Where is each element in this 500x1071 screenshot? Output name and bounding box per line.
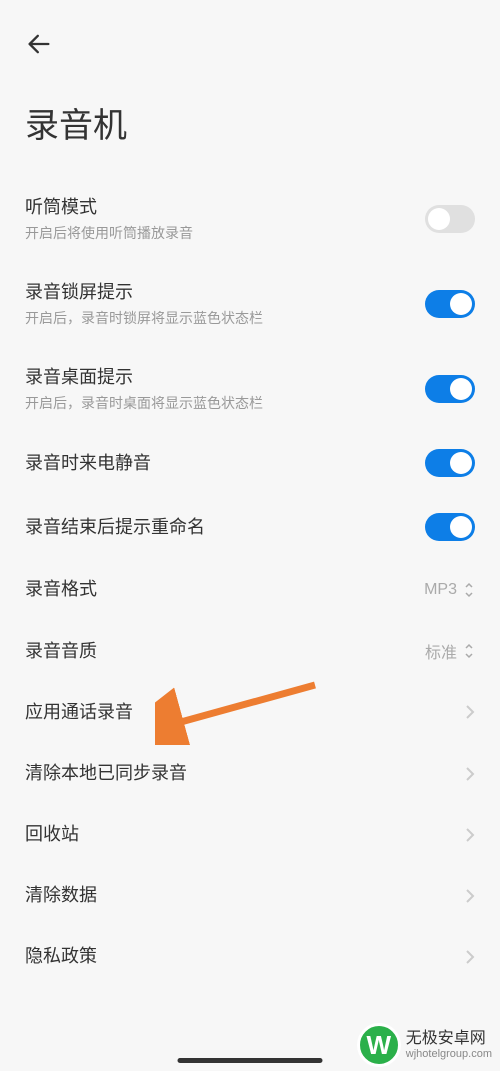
home-indicator[interactable] <box>178 1058 323 1063</box>
updown-selector-icon <box>463 642 475 660</box>
setting-label: 回收站 <box>25 822 465 847</box>
setting-label: 录音格式 <box>25 577 424 602</box>
chevron-right-icon <box>465 888 475 904</box>
setting-label: 录音结束后提示重命名 <box>25 515 425 540</box>
setting-desc: 开启后，录音时锁屏将显示蓝色状态栏 <box>25 309 425 329</box>
setting-recycle-bin[interactable]: 回收站 <box>25 804 475 865</box>
setting-rename-prompt[interactable]: 录音结束后提示重命名 <box>25 495 475 559</box>
quality-value: 标准 <box>425 639 457 663</box>
setting-label: 隐私政策 <box>25 944 465 969</box>
watermark-title: 无极安卓网 <box>406 1029 492 1048</box>
watermark-url: wjhotelgroup.com <box>406 1048 492 1061</box>
setting-label: 录音锁屏提示 <box>25 280 425 305</box>
format-value: MP3 <box>424 581 457 599</box>
setting-lockscreen-hint[interactable]: 录音锁屏提示 开启后，录音时锁屏将显示蓝色状态栏 <box>25 262 475 347</box>
setting-label: 录音桌面提示 <box>25 365 425 390</box>
setting-label: 录音时来电静音 <box>25 451 425 476</box>
setting-format[interactable]: 录音格式 MP3 <box>25 559 475 620</box>
setting-silent-on-call[interactable]: 录音时来电静音 <box>25 431 475 495</box>
setting-privacy-policy[interactable]: 隐私政策 <box>25 926 475 987</box>
setting-app-call-record[interactable]: 应用通话录音 <box>25 682 475 743</box>
chevron-right-icon <box>465 949 475 965</box>
chevron-right-icon <box>465 766 475 782</box>
page-title: 录音机 <box>0 73 500 177</box>
toggle-rename-prompt[interactable] <box>425 513 475 541</box>
chevron-right-icon <box>465 827 475 843</box>
arrow-left-icon <box>25 30 53 58</box>
watermark-logo-icon: W <box>357 1023 401 1067</box>
setting-label: 清除本地已同步录音 <box>25 761 465 786</box>
setting-desktop-hint[interactable]: 录音桌面提示 开启后，录音时桌面将显示蓝色状态栏 <box>25 347 475 432</box>
toggle-lockscreen[interactable] <box>425 290 475 318</box>
toggle-silent-call[interactable] <box>425 449 475 477</box>
watermark: W 无极安卓网 wjhotelgroup.com <box>353 1019 500 1071</box>
toggle-earpiece[interactable] <box>425 205 475 233</box>
toggle-desktop[interactable] <box>425 375 475 403</box>
setting-desc: 开启后，录音时桌面将显示蓝色状态栏 <box>25 394 425 414</box>
setting-label: 录音音质 <box>25 639 425 664</box>
chevron-right-icon <box>465 704 475 720</box>
setting-clear-synced[interactable]: 清除本地已同步录音 <box>25 743 475 804</box>
setting-quality[interactable]: 录音音质 标准 <box>25 621 475 682</box>
setting-clear-data[interactable]: 清除数据 <box>25 865 475 926</box>
back-button[interactable] <box>25 30 55 60</box>
setting-label: 听筒模式 <box>25 195 425 220</box>
updown-selector-icon <box>463 581 475 599</box>
setting-label: 清除数据 <box>25 883 465 908</box>
setting-label: 应用通话录音 <box>25 700 465 725</box>
setting-earpiece-mode[interactable]: 听筒模式 开启后将使用听筒播放录音 <box>25 177 475 262</box>
setting-desc: 开启后将使用听筒播放录音 <box>25 224 425 244</box>
